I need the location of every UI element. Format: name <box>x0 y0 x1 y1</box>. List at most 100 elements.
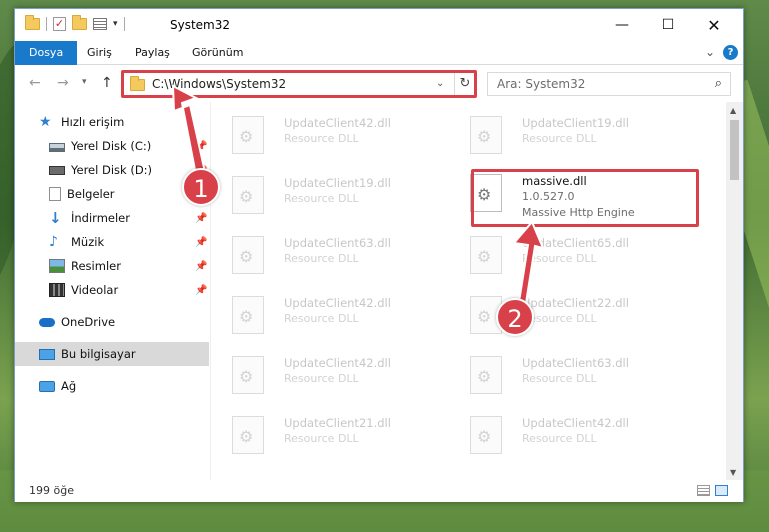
dll-file-icon <box>232 116 264 154</box>
tiles-view-icon[interactable] <box>715 485 728 496</box>
dll-file-icon <box>232 296 264 334</box>
pin-icon[interactable]: 📌 <box>195 285 207 296</box>
navigation-bar: ← → ▾ ↑ C:\Windows\System32 ⌄ ↻ Ara: Sys… <box>15 66 743 102</box>
forward-arrow-icon[interactable]: → <box>57 75 69 91</box>
file-item[interactable]: UpdateClient65.dll Resource DLL <box>450 230 670 278</box>
file-item[interactable]: UpdateClient19.dll Resource DLL <box>450 110 670 158</box>
music-icon: ♪ <box>49 234 58 250</box>
sidebar-item-label: Yerel Disk (D:) <box>71 163 153 177</box>
details-view-icon[interactable] <box>697 485 710 496</box>
file-list: UpdateClient42.dll Resource DLL UpdateCl… <box>212 102 726 480</box>
dll-file-icon <box>470 416 502 454</box>
address-highlight-box <box>121 70 477 98</box>
item-count: 199 öğe <box>29 484 74 497</box>
sidebar-item-label: Belgeler <box>67 187 115 201</box>
search-placeholder: Ara: System32 <box>497 77 586 91</box>
sidebar-item-disk-d[interactable]: Yerel Disk (D:) 📌 <box>15 158 209 182</box>
back-arrow-icon[interactable]: ← <box>29 75 41 91</box>
pin-icon[interactable]: 📌 <box>195 213 207 224</box>
help-icon[interactable]: ? <box>723 45 738 60</box>
folder-icon <box>25 15 40 30</box>
chevron-down-icon[interactable]: ⌄ <box>705 45 715 59</box>
window-title: System32 <box>170 18 231 32</box>
navigation-pane: ★ Hızlı erişim Yerel Disk (C:) 📌 Yerel D… <box>15 102 211 480</box>
new-folder-icon[interactable] <box>72 15 87 30</box>
pictures-icon <box>49 259 65 273</box>
file-item[interactable]: UpdateClient42.dll Resource DLL <box>212 110 432 158</box>
quick-access-toolbar: ✓ ▾ <box>25 15 125 31</box>
recent-locations-icon[interactable]: ▾ <box>82 77 87 87</box>
sidebar-item-network[interactable]: Ağ <box>15 374 209 398</box>
scroll-down-icon[interactable]: ▼ <box>730 468 736 477</box>
dll-file-icon <box>232 416 264 454</box>
properties-icon[interactable] <box>93 18 107 30</box>
file-name: UpdateClient42.dll <box>284 296 391 310</box>
callout-badge-1: 1 <box>182 168 220 206</box>
file-description: Resource DLL <box>522 132 597 145</box>
file-item[interactable]: UpdateClient19.dll Resource DLL <box>212 170 432 218</box>
file-item[interactable]: UpdateClient42.dll Resource DLL <box>212 350 432 398</box>
file-item[interactable]: UpdateClient63.dll Resource DLL <box>450 350 670 398</box>
sidebar-item-this-pc[interactable]: Bu bilgisayar <box>15 342 209 366</box>
dll-file-icon <box>232 236 264 274</box>
sidebar-item-disk-c[interactable]: Yerel Disk (C:) 📌 <box>15 134 209 158</box>
sidebar-item-label: Bu bilgisayar <box>61 347 136 361</box>
tab-home[interactable]: Giriş <box>87 41 112 65</box>
sidebar-item-label: Yerel Disk (C:) <box>71 139 152 153</box>
file-description: Resource DLL <box>522 372 597 385</box>
up-arrow-icon[interactable]: ↑ <box>101 75 113 91</box>
chevron-down-icon[interactable]: ▾ <box>113 19 118 29</box>
scroll-up-icon[interactable]: ▲ <box>730 106 736 115</box>
sidebar-item-quick-access[interactable]: ★ Hızlı erişim <box>15 110 209 134</box>
sidebar-item-downloads[interactable]: ↓ İndirmeler 📌 <box>15 206 209 230</box>
file-description: Resource DLL <box>284 372 359 385</box>
pin-icon[interactable]: 📌 <box>195 141 207 152</box>
file-item[interactable]: UpdateClient22.dll Resource DLL <box>450 290 670 338</box>
explorer-window: ✓ ▾ System32 — ☐ ✕ Dosya Giriş Paylaş Gö… <box>14 8 744 502</box>
dll-file-icon <box>232 176 264 214</box>
sidebar-item-onedrive[interactable]: OneDrive <box>15 310 209 334</box>
file-item[interactable]: UpdateClient42.dll Resource DLL <box>450 410 670 458</box>
sidebar-item-documents[interactable]: Belgeler 📌 <box>15 182 209 206</box>
tab-view[interactable]: Görünüm <box>192 41 243 65</box>
file-name: UpdateClient22.dll <box>522 296 629 310</box>
file-name: UpdateClient21.dll <box>284 416 391 430</box>
pin-icon[interactable]: 📌 <box>195 261 207 272</box>
close-button[interactable]: ✕ <box>691 9 737 41</box>
network-icon <box>39 380 55 392</box>
drive-icon <box>49 165 65 175</box>
search-icon[interactable]: ⌕ <box>715 76 722 91</box>
file-item[interactable]: UpdateClient42.dll Resource DLL <box>212 290 432 338</box>
sidebar-item-music[interactable]: ♪ Müzik 📌 <box>15 230 209 254</box>
file-name: UpdateClient65.dll <box>522 236 629 250</box>
sidebar-item-label: OneDrive <box>61 315 116 329</box>
drive-icon <box>49 143 65 152</box>
pin-icon[interactable]: 📌 <box>195 237 207 248</box>
search-input[interactable]: Ara: System32 ⌕ <box>487 72 731 96</box>
tab-file[interactable]: Dosya <box>15 41 78 65</box>
callout-badge-2: 2 <box>496 298 534 336</box>
minimize-button[interactable]: — <box>599 9 645 41</box>
dll-file-icon <box>470 356 502 394</box>
sidebar-item-label: Ağ <box>61 379 77 393</box>
file-item[interactable]: UpdateClient21.dll Resource DLL <box>212 410 432 458</box>
maximize-button[interactable]: ☐ <box>645 9 691 41</box>
cloud-icon <box>39 317 55 327</box>
tab-share[interactable]: Paylaş <box>135 41 170 65</box>
vertical-scrollbar[interactable]: ▲ ▼ <box>726 102 743 480</box>
sidebar-item-videos[interactable]: Videolar 📌 <box>15 278 209 302</box>
properties-check-icon[interactable]: ✓ <box>53 17 66 31</box>
sidebar-item-pictures[interactable]: Resimler 📌 <box>15 254 209 278</box>
file-description: Resource DLL <box>284 192 359 205</box>
sidebar-item-label: Müzik <box>71 235 105 249</box>
file-item[interactable]: UpdateClient63.dll Resource DLL <box>212 230 432 278</box>
divider <box>123 17 125 31</box>
documents-icon <box>49 187 61 201</box>
file-description: Resource DLL <box>284 252 359 265</box>
scroll-thumb[interactable] <box>730 120 739 180</box>
divider <box>46 17 47 31</box>
sidebar-item-label: Hızlı erişim <box>61 115 125 129</box>
file-name: UpdateClient19.dll <box>522 116 629 130</box>
ribbon-tabs: Dosya Giriş Paylaş Görünüm ⌄ ? <box>15 41 743 65</box>
title-bar: ✓ ▾ System32 — ☐ ✕ <box>15 9 743 41</box>
